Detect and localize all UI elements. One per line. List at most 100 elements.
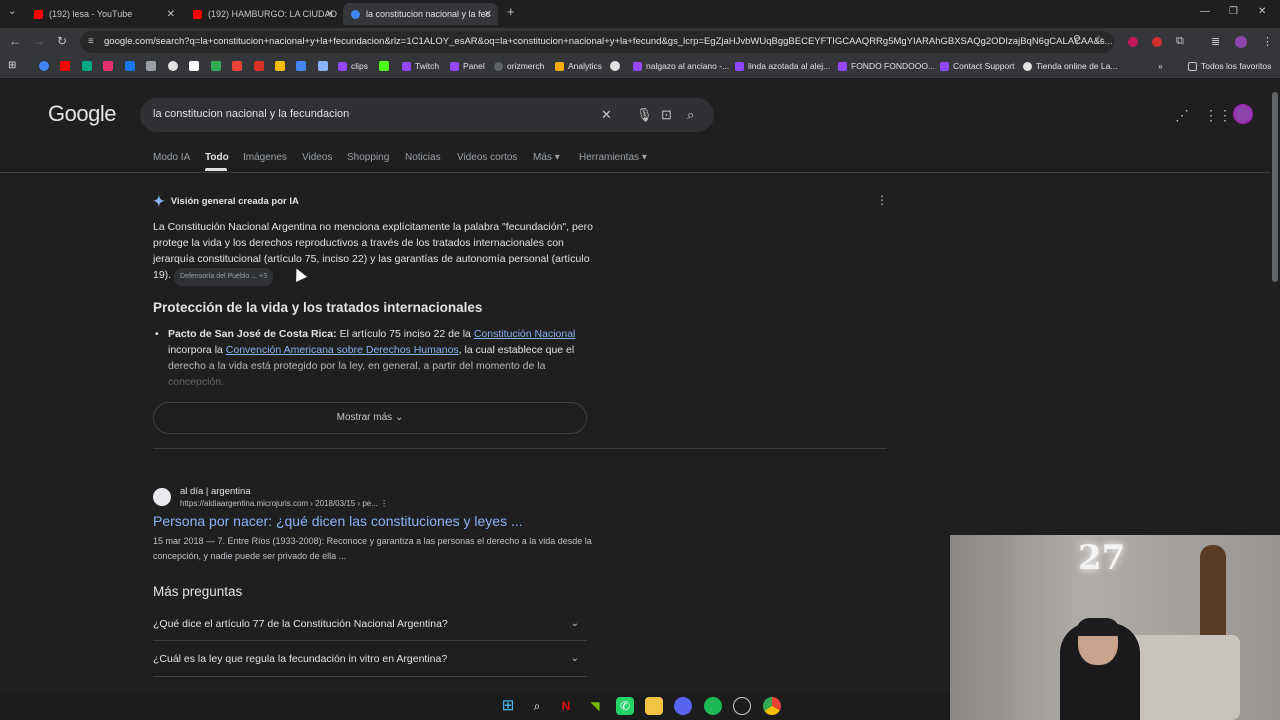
site-favicon[interactable]: [153, 488, 171, 506]
reload-icon[interactable]: ↻: [57, 34, 67, 48]
bookmark-analytics[interactable]: Analytics: [555, 61, 602, 71]
scrollbar-thumb[interactable]: [1272, 92, 1278, 282]
profile-avatar[interactable]: [1235, 36, 1247, 48]
location-icon[interactable]: ⚲: [1073, 33, 1081, 46]
ai-overview-title-text: Visión general creada por IA: [170, 196, 299, 207]
tab-mas[interactable]: Más ▾: [533, 152, 560, 163]
spotify-icon[interactable]: [704, 697, 722, 715]
show-more-button[interactable]: Mostrar más ⌄: [153, 402, 587, 434]
tab-videos[interactable]: Videos: [302, 152, 332, 163]
avatar[interactable]: [1233, 104, 1253, 124]
discord-icon[interactable]: [674, 697, 692, 715]
bookmark-icon[interactable]: [125, 61, 135, 71]
link-constitucion-nacional[interactable]: Constitución Nacional: [474, 328, 576, 340]
bookmark-icon[interactable]: [189, 61, 199, 71]
result-url[interactable]: https://aldiaargentina.microjuris.com › …: [180, 499, 388, 508]
bookmark-folder-2[interactable]: linda azotada al alej...: [735, 61, 830, 71]
windows-start-icon[interactable]: ⊞: [499, 697, 517, 715]
tab-search-icon[interactable]: ⌄: [8, 6, 16, 17]
new-tab-button[interactable]: +: [507, 4, 515, 19]
menu-kebab-icon[interactable]: ⋮: [1262, 35, 1273, 48]
window-close-icon[interactable]: ✕: [1258, 6, 1266, 17]
bookmark-icon[interactable]: [168, 61, 178, 71]
tab-youtube-2[interactable]: (192) HAMBURGO: LA CIUDAD ✕: [185, 3, 340, 25]
bookmark-all-favorites[interactable]: Todos los favoritos: [1188, 61, 1271, 71]
bookmark-twitch[interactable]: Twitch: [402, 61, 439, 71]
tab-shopping[interactable]: Shopping: [347, 152, 389, 163]
tab-modo-ia[interactable]: Modo IA: [153, 152, 190, 163]
result-site-name[interactable]: al día | argentina: [180, 486, 251, 497]
paa-question[interactable]: ¿Qué dice el artículo 77 de la Constituc…: [153, 618, 587, 630]
bookmark-icon: [494, 61, 503, 71]
more-options-icon[interactable]: ⋮: [876, 193, 888, 207]
tab-videos-cortos[interactable]: Videos cortos: [457, 152, 517, 163]
extensions-puzzle-icon[interactable]: ⧉: [1176, 35, 1184, 48]
paa-question[interactable]: ¿Cuál es la ley que regula la fecundació…: [153, 653, 587, 665]
bookmark-icon[interactable]: [39, 61, 49, 71]
extension-icon[interactable]: [1152, 37, 1162, 47]
search-input[interactable]: la constitucion nacional y la fecundacio…: [153, 108, 349, 120]
share-icon[interactable]: ⋰: [1175, 107, 1189, 124]
close-icon[interactable]: ✕: [484, 9, 492, 20]
tab-herramientas[interactable]: Herramientas ▾: [579, 152, 647, 163]
bookmark-icon[interactable]: [610, 61, 620, 71]
bookmark-icon[interactable]: [379, 61, 389, 71]
restore-icon[interactable]: ❐: [1229, 6, 1238, 17]
microphone-icon[interactable]: 🎙: [636, 107, 653, 123]
bookmark-panel[interactable]: Panel: [450, 61, 485, 71]
obs-icon[interactable]: [733, 697, 751, 715]
bookmark-contact-support[interactable]: Contact Support: [940, 61, 1014, 71]
bookmark-icon[interactable]: [103, 61, 113, 71]
apps-grid-icon[interactable]: ⋮⋮: [1204, 107, 1232, 124]
more-options-icon[interactable]: ⋮: [380, 499, 388, 508]
close-icon[interactable]: ✕: [326, 9, 334, 20]
bookmark-icon[interactable]: [254, 61, 264, 71]
file-explorer-icon[interactable]: [645, 697, 663, 715]
search-icon[interactable]: ⌕: [528, 697, 546, 715]
forward-icon[interactable]: →: [33, 34, 45, 48]
site-info-icon[interactable]: ≡: [88, 36, 94, 47]
bookmarks-overflow-icon[interactable]: »: [1158, 61, 1163, 71]
result-title-link[interactable]: Persona por nacer: ¿qué dicen las consti…: [153, 513, 523, 529]
bookmark-label: FONDO FONDOOO...: [851, 61, 936, 71]
bookmark-fondo[interactable]: FONDO FONDOOO...: [838, 61, 935, 71]
search-box[interactable]: la constitucion nacional y la fecundacio…: [140, 98, 714, 132]
bookmark-icon[interactable]: [232, 61, 242, 71]
browser-tab-bar: ⌄ (192) lesa - YouTube ✕ (192) HAMBURGO:…: [0, 0, 1280, 28]
bookmark-icon[interactable]: [318, 61, 328, 71]
tab-google-search[interactable]: la constitucion nacional y la fec ✕: [343, 3, 498, 25]
source-chip[interactable]: Defensoría del Pueblo ... +3: [174, 268, 273, 286]
bookmark-star-icon[interactable]: ☆: [1094, 33, 1104, 46]
link-convencion-americana[interactable]: Convención Americana sobre Derechos Huma…: [226, 344, 459, 356]
minimize-icon[interactable]: —: [1200, 6, 1210, 17]
media-icon[interactable]: ≣: [1211, 35, 1220, 48]
bookmark-icon[interactable]: [146, 61, 156, 71]
bookmark-orizmerch[interactable]: orizmerch: [494, 61, 544, 71]
bookmark-icon[interactable]: [296, 61, 306, 71]
tab-youtube-1[interactable]: (192) lesa - YouTube ✕: [26, 3, 181, 25]
netflix-icon[interactable]: N: [557, 697, 575, 715]
bookmark-folder-1[interactable]: nalgazo al anciano -...: [633, 61, 729, 71]
apps-grid-icon[interactable]: ⊞: [8, 60, 16, 71]
tab-imagenes[interactable]: Imágenes: [243, 152, 287, 163]
tab-todo[interactable]: Todo: [205, 152, 229, 163]
back-icon[interactable]: ←: [9, 34, 21, 48]
tab-noticias[interactable]: Noticias: [405, 152, 441, 163]
lens-icon[interactable]: ⊡: [661, 107, 672, 123]
address-bar[interactable]: ≡ google.com/search?q=la+constitucion+na…: [80, 31, 1114, 53]
bookmark-clips[interactable]: clips: [338, 61, 368, 71]
nvidia-icon[interactable]: ◥: [586, 697, 604, 715]
close-icon[interactable]: ✕: [167, 9, 175, 20]
bookmark-icon[interactable]: [82, 61, 92, 71]
chrome-icon[interactable]: [763, 697, 781, 715]
bookmark-tienda[interactable]: Tienda online de La...: [1023, 61, 1117, 71]
search-icon[interactable]: ⌕: [687, 107, 694, 123]
clear-icon[interactable]: ✕: [601, 107, 612, 123]
extension-icon[interactable]: [1128, 37, 1138, 47]
whatsapp-icon[interactable]: ✆: [616, 697, 634, 715]
bookmark-icon[interactable]: [275, 61, 285, 71]
bookmark-icon[interactable]: [60, 61, 70, 71]
sparkle-icon: ✦: [153, 193, 165, 209]
bookmark-icon[interactable]: [211, 61, 221, 71]
google-logo[interactable]: Google: [48, 101, 116, 127]
